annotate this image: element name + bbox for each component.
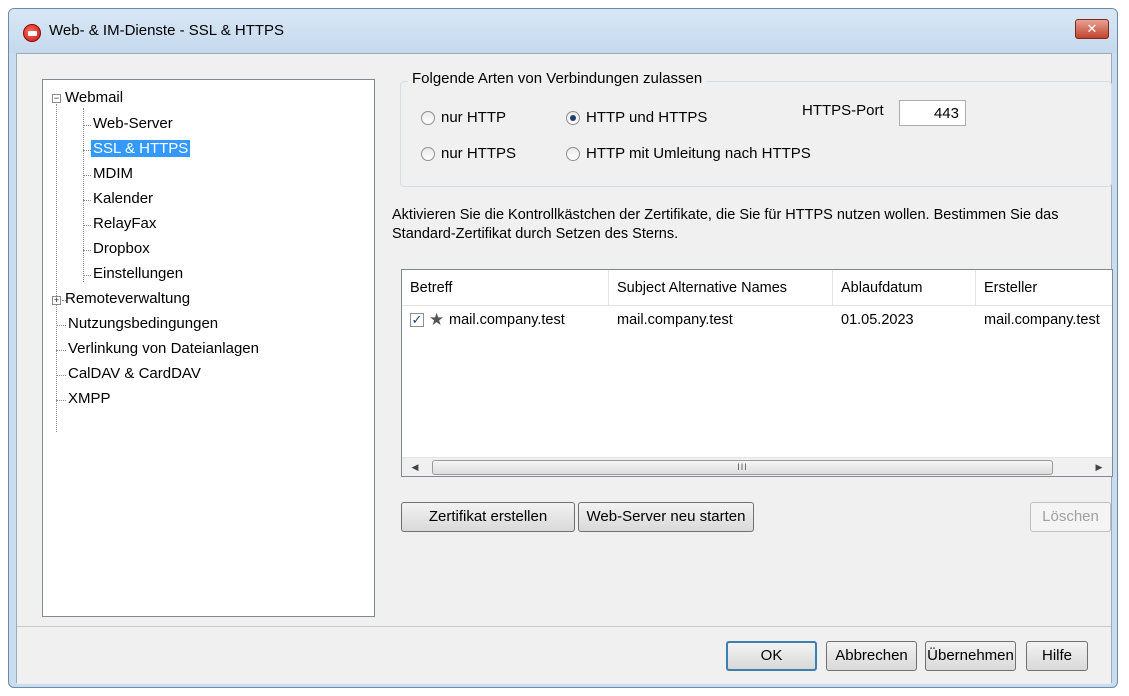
scroll-right-icon[interactable]: ▶ [1090, 458, 1108, 476]
cell-expiry-date: 01.05.2023 [841, 312, 914, 328]
connection-types-legend: Folgende Arten von Verbindungen zulassen [408, 70, 707, 87]
tree-line [56, 375, 66, 376]
tree-line [83, 225, 91, 226]
tree-line [83, 275, 91, 276]
tree-line [83, 108, 84, 282]
radio-label: nur HTTPS [441, 145, 517, 162]
radio-only-http[interactable]: nur HTTP [421, 109, 506, 126]
tree-item-mdim[interactable]: MDIM [93, 163, 133, 185]
tree-line [56, 104, 57, 432]
certificate-instructions: Aktivieren Sie die Kontrollkästchen der … [392, 207, 1059, 242]
certificate-checkbox[interactable]: ✓ [410, 313, 424, 327]
navigation-tree: − Webmail Web-Server SSL & HTTPS MDIM Ka… [42, 79, 375, 617]
collapse-icon[interactable]: − [52, 94, 61, 103]
dialog-footer: OK Abbrechen Übernehmen Hilfe [17, 626, 1111, 684]
scroll-left-icon[interactable]: ◀ [406, 458, 424, 476]
radio-http-and-https[interactable]: HTTP und HTTPS [566, 109, 707, 126]
cell-san: mail.company.test [617, 312, 733, 328]
https-port-input[interactable] [899, 100, 966, 126]
tree-item-label: Remoteverwaltung [65, 290, 191, 307]
delete-button[interactable]: Löschen [1030, 502, 1111, 532]
tree-item-label: XMPP [68, 390, 111, 407]
column-betreff[interactable]: Betreff [402, 270, 609, 306]
close-button[interactable]: ✕ [1075, 19, 1109, 39]
tree-item-label: Webmail [65, 89, 124, 106]
window-title: Web- & IM-Dienste - SSL & HTTPS [49, 22, 285, 39]
apply-button[interactable]: Übernehmen [925, 641, 1016, 671]
dialog-window: Web- & IM-Dienste - SSL & HTTPS ✕ − Webm… [8, 8, 1118, 688]
scrollbar-thumb[interactable]: III [432, 460, 1053, 475]
tree-item-label: SSL & HTTPS [91, 140, 191, 157]
tree-line [83, 250, 91, 251]
tree-item-einstellungen[interactable]: Einstellungen [93, 263, 183, 285]
restart-web-server-button[interactable]: Web-Server neu starten [578, 502, 754, 532]
radio-indicator[interactable] [421, 146, 435, 161]
certificate-list[interactable]: Betreff Subject Alternative Names Ablauf… [401, 269, 1113, 477]
tree-item-kalender[interactable]: Kalender [93, 188, 153, 210]
column-ersteller[interactable]: Ersteller [976, 270, 1113, 306]
app-logo-icon [23, 24, 41, 42]
tree-item-nutzungsbedingungen[interactable]: Nutzungsbedingungen [68, 313, 218, 335]
tree-item-label: RelayFax [93, 215, 157, 232]
column-ablaufdatum[interactable]: Ablaufdatum [833, 270, 976, 306]
horizontal-scrollbar[interactable]: ◀ III ▶ [402, 457, 1112, 476]
radio-indicator[interactable] [421, 110, 435, 125]
tree-item-label: MDIM [93, 165, 133, 182]
default-star-icon[interactable]: ★ [429, 310, 444, 330]
tree-item-dropbox[interactable]: Dropbox [93, 238, 150, 260]
tree-item-label: Einstellungen [93, 265, 184, 282]
tree-line [56, 400, 66, 401]
tree-item-webmail[interactable]: Webmail [65, 87, 123, 109]
tree-line [83, 175, 91, 176]
tree-item-caldav[interactable]: CalDAV & CardDAV [68, 363, 201, 385]
https-port-label: HTTPS-Port [802, 102, 884, 119]
tree-item-relayfax[interactable]: RelayFax [93, 213, 156, 235]
radio-label: HTTP und HTTPS [586, 109, 708, 126]
tree-item-label: Dropbox [93, 240, 150, 257]
radio-indicator[interactable] [566, 146, 580, 161]
tree-line [56, 350, 66, 351]
expand-icon[interactable]: + [52, 296, 61, 305]
list-header: Betreff Subject Alternative Names Ablauf… [402, 270, 1112, 306]
cell-issuer: mail.company.test [984, 312, 1100, 328]
tree-item-label: Web-Server [93, 115, 173, 132]
tree-line [56, 325, 66, 326]
tree-line [83, 125, 91, 126]
tree-item-label: Nutzungsbedingungen [68, 315, 219, 332]
connection-types-group [400, 81, 1112, 187]
dialog-body: − Webmail Web-Server SSL & HTTPS MDIM Ka… [16, 53, 1113, 684]
tree-item-remoteverwaltung[interactable]: Remoteverwaltung [65, 288, 190, 310]
tree-item-web-server[interactable]: Web-Server [93, 113, 173, 135]
cancel-button[interactable]: Abbrechen [826, 641, 917, 671]
help-button[interactable]: Hilfe [1026, 641, 1088, 671]
cell-subject: mail.company.test [449, 312, 565, 328]
radio-http-redirect-https[interactable]: HTTP mit Umleitung nach HTTPS [566, 145, 811, 162]
tree-item-xmpp[interactable]: XMPP [68, 388, 111, 410]
tree-item-label: CalDAV & CardDAV [68, 365, 201, 382]
tree-line [83, 150, 91, 151]
tree-item-label: Verlinkung von Dateianlagen [68, 340, 259, 357]
ok-button[interactable]: OK [726, 641, 817, 671]
tree-item-ssl-https[interactable]: SSL & HTTPS [91, 138, 191, 160]
radio-label: HTTP mit Umleitung nach HTTPS [586, 145, 811, 162]
table-row[interactable]: ✓ ★ mail.company.test mail.company.test … [402, 307, 1112, 333]
radio-only-https[interactable]: nur HTTPS [421, 145, 516, 162]
column-san[interactable]: Subject Alternative Names [609, 270, 833, 306]
title-bar[interactable]: Web- & IM-Dienste - SSL & HTTPS ✕ [9, 9, 1117, 53]
tree-item-verlinkung[interactable]: Verlinkung von Dateianlagen [68, 338, 259, 360]
create-certificate-button[interactable]: Zertifikat erstellen [401, 502, 575, 532]
radio-label: nur HTTP [441, 109, 507, 126]
radio-indicator[interactable] [566, 110, 580, 125]
tree-line [83, 200, 91, 201]
tree-item-label: Kalender [93, 190, 154, 207]
